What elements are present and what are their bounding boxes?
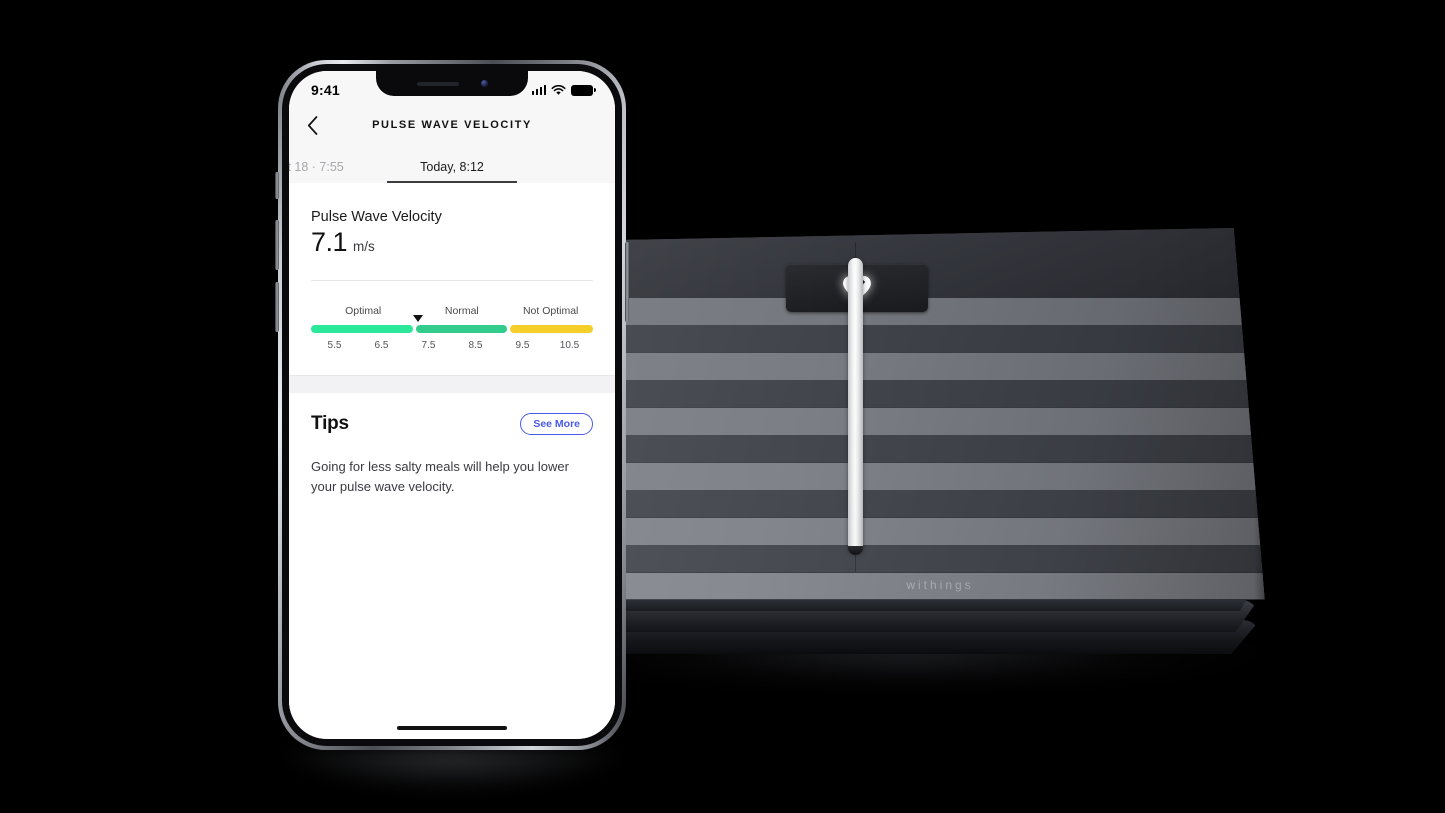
screenshot-stage: withings 9:41 PULSE WAVE VELOCITY 18 · 7…: [0, 0, 1445, 813]
gauge-tick: 7.5: [421, 340, 436, 351]
scale-stripe: [610, 545, 1265, 572]
status-bar-indicators: [531, 81, 596, 96]
gauge-tick: 9.5: [515, 340, 530, 351]
back-button[interactable]: [289, 115, 335, 135]
scale-stripe: [610, 325, 1265, 353]
scale-stripe: [610, 435, 1265, 463]
signal-bars-icon: [531, 85, 546, 95]
phone-mute-switch[interactable]: [275, 172, 279, 199]
status-bar-time: 9:41: [311, 82, 340, 98]
tips-section: Tips See More Going for less salty meals…: [289, 393, 615, 496]
scale-stripe: [610, 352, 1265, 380]
battery-icon: [571, 84, 596, 96]
see-more-button[interactable]: See More: [520, 413, 593, 435]
gauge-zone-segment: [510, 325, 593, 333]
gauge-zone-label: Optimal: [345, 305, 382, 317]
scale-stripe: [610, 517, 1265, 545]
measurement-card: Pulse Wave Velocity 7.1 m/s Optimal Norma…: [289, 183, 615, 351]
gauge-zone-bar: [311, 315, 593, 333]
tips-title: Tips: [311, 413, 349, 434]
phone-drop-shadow: [274, 750, 630, 792]
scale-stripe-pattern: [610, 298, 1265, 600]
scale-stripe: [610, 298, 1265, 325]
gauge-zone-label: Not Optimal: [522, 305, 579, 317]
scale-plate-top-band: [610, 228, 1265, 300]
gauge-zone-label: Normal: [444, 305, 479, 317]
tab-current-measurement[interactable]: Today, 8:12: [377, 160, 527, 183]
scale-stripe: [610, 407, 1265, 435]
scale-stripe: [610, 462, 1265, 490]
app-content-area: Pulse Wave Velocity 7.1 m/s Optimal Norma…: [289, 183, 615, 739]
gauge-zone-segment: [416, 325, 508, 333]
gauge-tick-labels: 5.5 6.5 7.5 8.5 9.5 10.5: [311, 340, 593, 351]
gauge-zone-segment: [311, 325, 414, 333]
page-title: PULSE WAVE VELOCITY: [372, 119, 532, 131]
scale-stripe: [610, 380, 1265, 408]
tips-body-text: Going for less salty meals will help you…: [311, 459, 569, 494]
phone-power-button[interactable]: [625, 242, 629, 322]
metric-unit: m/s: [353, 239, 375, 254]
measurement-tab-bar: ust 18 · 7:55 Today, 8:12: [289, 145, 615, 183]
gauge-tick: 10.5: [559, 340, 580, 351]
front-camera-icon: [480, 80, 488, 87]
gauge-zone-labels: Optimal Normal Not Optimal: [311, 305, 593, 321]
chevron-left-icon: [307, 115, 317, 135]
tips-header: Tips See More: [311, 393, 593, 435]
app-nav-bar: PULSE WAVE VELOCITY: [289, 105, 615, 145]
wifi-icon: [551, 84, 566, 95]
iphone-device: 9:41 PULSE WAVE VELOCITY 18 · 7:55 Today…: [274, 60, 630, 792]
gauge-tick: 5.5: [327, 340, 342, 351]
earpiece-speaker-icon: [416, 81, 459, 86]
withings-brand-text: withings: [906, 578, 974, 592]
withings-scale-product-image: withings: [600, 228, 1280, 688]
phone-notch: [376, 71, 528, 96]
phone-screen: 9:41 PULSE WAVE VELOCITY 18 · 7:55 Today…: [289, 71, 615, 739]
scale-top-plate: withings: [610, 228, 1265, 600]
scale-stripe: [610, 490, 1265, 518]
phone-volume-up-button[interactable]: [275, 220, 279, 270]
scale-vertical-bar: [848, 258, 863, 554]
metric-label: Pulse Wave Velocity: [311, 209, 442, 225]
phone-volume-down-button[interactable]: [275, 282, 279, 332]
metric-value-row: 7.1 m/s: [311, 225, 593, 258]
range-gauge: Optimal Normal Not Optimal 5.5 6.5 7.5 8.5 9.5…: [311, 281, 593, 351]
tab-previous-measurement[interactable]: ust 18 · 7:55: [289, 160, 363, 183]
triangle-down-marker-icon: [413, 315, 424, 322]
section-separator: [289, 375, 615, 393]
home-indicator-bar[interactable]: [397, 726, 507, 730]
gauge-tick: 6.5: [374, 340, 389, 351]
gauge-tick: 8.5: [468, 340, 483, 351]
metric-value: 7.1: [311, 227, 348, 257]
